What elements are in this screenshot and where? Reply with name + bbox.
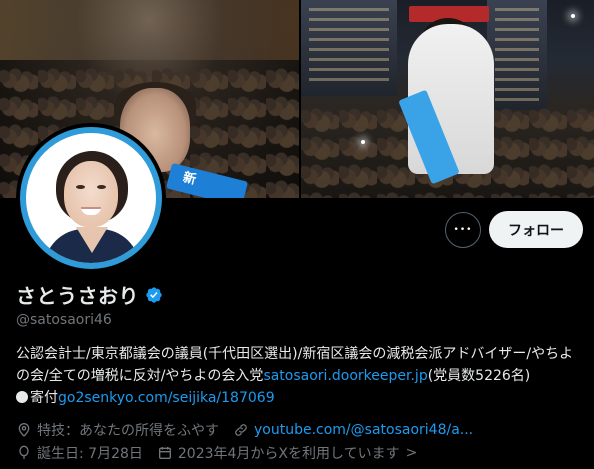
profile-avatar[interactable]	[16, 123, 166, 273]
joined-text: 2023年4月からXを利用しています	[177, 446, 400, 462]
website-link[interactable]: youtube.com/@satosaori48/a...	[254, 422, 473, 438]
bio-text-donate: 寄付	[30, 390, 58, 406]
bio-link-donation[interactable]: go2senkyo.com/seijika/187069	[58, 390, 275, 406]
bio-text-members: (党員数5226名)	[427, 368, 531, 384]
profile-meta-row-1: 特技：あなたの所得をふやす youtube.com/@satosaori48/a…	[16, 420, 487, 440]
white-circle-icon	[16, 391, 28, 403]
profile-handle: @satosaori46	[16, 312, 112, 328]
display-name: さとうさおり	[16, 284, 139, 308]
location-icon	[18, 423, 30, 437]
more-options-button[interactable]: •••	[445, 212, 481, 248]
balloon-icon	[19, 445, 29, 459]
profile-location: 特技：あなたの所得をふやす	[16, 420, 219, 440]
profile-joined[interactable]: 2023年4月からXを利用しています >	[157, 443, 417, 463]
profile-birthday: 誕生日: 7月28日	[16, 443, 143, 463]
calendar-icon	[158, 447, 171, 459]
location-text: 特技：あなたの所得をふやす	[37, 423, 219, 439]
link-icon	[235, 424, 247, 436]
avatar-image	[20, 127, 162, 269]
follow-button[interactable]: フォロー	[489, 211, 583, 248]
chevron-right-icon: >	[405, 445, 418, 461]
verified-badge-icon[interactable]	[145, 286, 163, 304]
profile-meta-row-2: 誕生日: 7月28日 2023年4月からXを利用しています >	[16, 443, 431, 463]
profile-website[interactable]: youtube.com/@satosaori48/a...	[233, 422, 473, 438]
bio-link-doorkeeper[interactable]: satosaori.doorkeeper.jp	[263, 368, 427, 384]
birthday-text: 誕生日: 7月28日	[37, 446, 143, 462]
more-icon: •••	[453, 225, 473, 235]
profile-bio: 公認会計士/東京都議会の議員(千代田区選出)/新宿区議会の減税会派アドバイザー/…	[16, 343, 586, 409]
profile-name-row: さとうさおり	[16, 280, 163, 309]
